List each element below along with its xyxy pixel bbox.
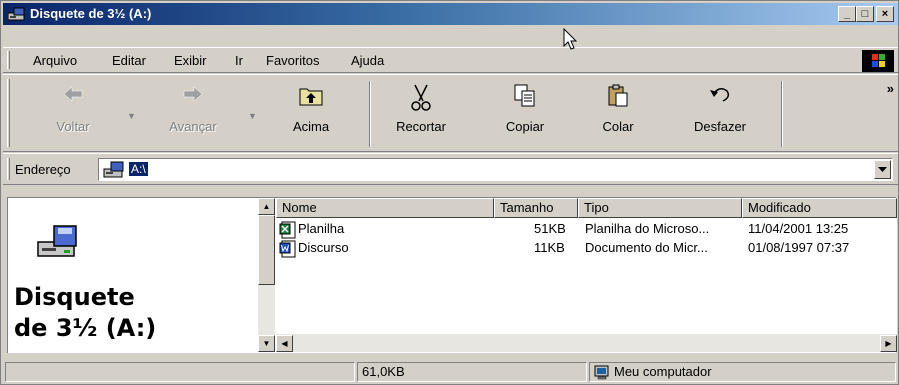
menubar-grip[interactable] <box>7 51 10 69</box>
floppy-drive-icon <box>37 225 77 257</box>
copy-button[interactable]: Copiar <box>485 81 565 145</box>
undo-label: Desfazer <box>693 119 747 134</box>
file-modified: 01/08/1997 07:37 <box>748 240 850 255</box>
addressbar-grip[interactable] <box>7 158 10 180</box>
file-row[interactable]: Planilha 51KB Planilha do Microso... 11/… <box>276 221 897 239</box>
explorer-window: Disquete de 3½ (A:) _ □ × Arquivo Editar… <box>0 0 899 385</box>
file-name: Planilha <box>298 221 345 236</box>
floppy-drive-icon <box>103 161 124 178</box>
file-list: Nome Tamanho Tipo Modificado Planilha 51… <box>276 198 897 352</box>
up-label: Acima <box>292 119 330 134</box>
column-header-type[interactable]: Tipo <box>578 198 742 218</box>
menu-exibir[interactable]: Exibir <box>174 53 207 68</box>
status-zone: Meu computador <box>589 362 896 382</box>
toolbar-separator <box>781 81 783 147</box>
file-name: Discurso <box>298 240 349 255</box>
up-folder-icon <box>299 88 323 106</box>
menu-ajuda[interactable]: Ajuda <box>351 53 384 68</box>
maximize-button[interactable]: □ <box>856 6 874 22</box>
address-bar: Endereço A:\ <box>3 153 898 185</box>
menu-arquivo[interactable]: Arquivo <box>33 53 77 68</box>
forward-button[interactable]: Avançar <box>153 81 233 145</box>
menu-favoritos[interactable]: Favoritos <box>266 53 319 68</box>
undo-icon <box>710 88 730 102</box>
column-header-modified[interactable]: Modificado <box>742 198 897 218</box>
copy-icon <box>514 84 535 107</box>
maximize-icon: □ <box>861 8 869 20</box>
horizontal-scrollbar[interactable]: ◀ ▶ <box>276 334 897 352</box>
floppy-drive-icon <box>8 7 25 21</box>
menu-ir[interactable]: Ir <box>235 53 243 68</box>
paste-button[interactable]: Colar <box>578 81 658 145</box>
address-input[interactable]: A:\ <box>98 158 893 181</box>
file-row[interactable]: Discurso 11KB Documento do Micr... 01/08… <box>276 240 897 258</box>
toolbar-separator <box>369 81 371 147</box>
close-icon: × <box>881 8 889 20</box>
chevron-down-icon <box>878 167 887 172</box>
back-button[interactable]: Voltar <box>33 81 113 145</box>
title-bar[interactable]: Disquete de 3½ (A:) _ □ × <box>3 3 898 25</box>
file-type: Planilha do Microso... <box>585 221 710 236</box>
word-file-icon <box>279 240 296 258</box>
up-button[interactable]: Acima <box>271 81 351 145</box>
back-label: Voltar <box>56 119 90 134</box>
windows-logo-icon <box>862 50 894 72</box>
status-zone-label: Meu computador <box>614 364 712 379</box>
back-arrow-icon <box>63 86 83 102</box>
cut-label: Recortar <box>396 119 446 134</box>
menu-editar[interactable]: Editar <box>112 53 146 68</box>
forward-label: Avançar <box>169 119 217 134</box>
toolbar-grip[interactable] <box>7 79 10 147</box>
mouse-cursor-icon <box>563 28 578 50</box>
main-content: Disquete de 3½ (A:) ▲ ▼ Nome Tamanho Tip… <box>7 197 897 353</box>
excel-file-icon <box>279 221 296 239</box>
minimize-button[interactable]: _ <box>838 6 856 22</box>
my-computer-icon <box>594 365 609 380</box>
menu-bar: Arquivo Editar Exibir Ir Favoritos Ajuda <box>3 47 898 73</box>
file-size: 11KB <box>534 240 565 255</box>
forward-arrow-icon <box>183 86 203 102</box>
file-modified: 11/04/2001 13:25 <box>748 221 849 236</box>
paste-icon <box>608 84 628 107</box>
scissors-icon <box>411 84 431 111</box>
toolbar-more-chevron[interactable]: » <box>887 81 894 96</box>
paste-label: Colar <box>602 119 634 134</box>
undo-button[interactable]: Desfazer <box>675 81 765 145</box>
copy-label: Copiar <box>505 119 545 134</box>
status-size: 61,0KB <box>357 362 587 382</box>
drive-title-line2: de 3½ (A:) <box>14 314 157 342</box>
web-view-pane: Disquete de 3½ (A:) <box>8 198 256 352</box>
address-dropdown-button[interactable] <box>874 160 891 179</box>
forward-dropdown-icon[interactable]: ▼ <box>248 111 257 121</box>
standard-toolbar: Voltar ▼ Avançar ▼ Acima Recortar Copiar… <box>3 74 898 152</box>
vertical-scrollbar[interactable]: ▲ ▼ <box>258 198 275 352</box>
scroll-down-button[interactable]: ▼ <box>258 335 275 352</box>
close-button[interactable]: × <box>876 6 894 22</box>
minimize-icon: _ <box>843 8 851 20</box>
window-title: Disquete de 3½ (A:) <box>30 6 152 21</box>
status-bar: 61,0KB Meu computador <box>3 360 898 384</box>
scroll-thumb[interactable] <box>258 215 275 285</box>
column-header-name[interactable]: Nome <box>276 198 494 218</box>
column-header-size[interactable]: Tamanho <box>494 198 578 218</box>
cut-button[interactable]: Recortar <box>379 81 463 145</box>
address-value: A:\ <box>129 162 148 176</box>
file-size: 51KB <box>534 221 566 236</box>
scroll-left-button[interactable]: ◀ <box>276 335 293 352</box>
drive-title: Disquete de 3½ (A:) <box>14 282 254 344</box>
file-type: Documento do Micr... <box>585 240 708 255</box>
address-label: Endereço <box>15 162 71 177</box>
status-panel-empty <box>5 362 355 382</box>
scroll-right-button[interactable]: ▶ <box>880 335 897 352</box>
back-dropdown-icon[interactable]: ▼ <box>127 111 136 121</box>
scroll-up-button[interactable]: ▲ <box>258 198 275 215</box>
drive-title-line1: Disquete <box>14 283 135 311</box>
